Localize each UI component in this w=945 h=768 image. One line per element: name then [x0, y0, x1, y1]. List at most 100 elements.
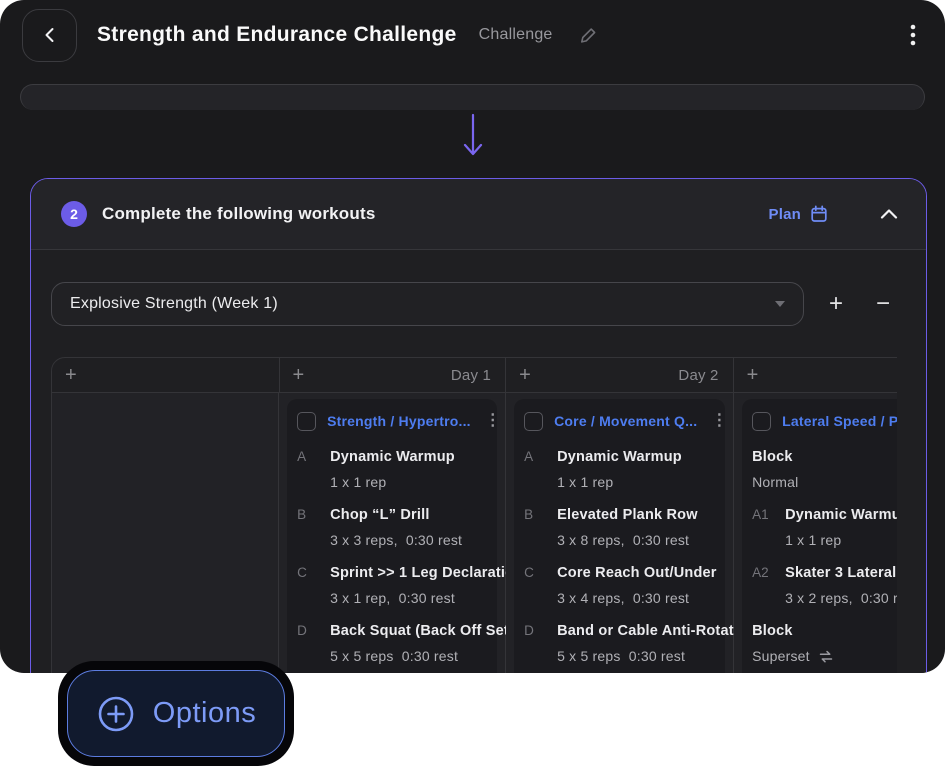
chevron-left-icon	[41, 26, 59, 44]
week-select-value: Explosive Strength (Week 1)	[70, 295, 278, 313]
exercise-row: D Back Squat (Back Off Set) 5 x 5 reps 0…	[297, 622, 487, 665]
add-workout-button[interactable]: +	[747, 365, 759, 385]
previous-step-card[interactable]	[20, 84, 925, 110]
workout-board: + + Day 1 + Day 2 +	[51, 357, 897, 673]
block-name: Block	[752, 449, 793, 465]
board-body-row: Strength / Hypertro... ⋮ A Dynamic Warmu…	[52, 393, 897, 673]
exercise-row: C Core Reach Out/Under 3 x 4 reps, 0:30 …	[524, 564, 715, 607]
calendar-icon	[810, 205, 828, 223]
workout-card[interactable]: Core / Movement Q... ⋮ A Dynamic Warmup …	[514, 399, 725, 673]
collapse-step-button[interactable]	[880, 208, 898, 220]
workout-card[interactable]: Strength / Hypertro... ⋮ A Dynamic Warmu…	[287, 399, 497, 673]
step-title: Complete the following workouts	[102, 204, 375, 224]
block-type-label: Superset	[752, 648, 810, 665]
board-column-day3: Lateral Speed / Ply ⋮ Block Normal	[734, 393, 897, 673]
exercise-label: C	[524, 564, 557, 607]
exercise-detail: 5 x 5 reps 0:30 rest	[330, 648, 514, 665]
exercise-label: A2	[752, 564, 785, 607]
workout-title: Lateral Speed / Ply	[782, 413, 897, 429]
exercise-list: Block Normal A1 Dynamic Warmup 1 x 1 rep	[752, 448, 897, 665]
day-label: Day 1	[451, 367, 491, 384]
exercise-name: Band or Cable Anti-Rotati...	[557, 623, 751, 639]
add-workout-button[interactable]: +	[293, 365, 305, 385]
exercise-name: Elevated Plank Row	[557, 507, 698, 523]
add-workout-button[interactable]: +	[65, 365, 77, 385]
exercise-name: Dynamic Warmup	[557, 449, 682, 465]
exercise-label: D	[524, 622, 557, 665]
workout-kebab-icon[interactable]: ⋮	[482, 413, 504, 429]
exercise-label: C	[297, 564, 330, 607]
exercise-name: Core Reach Out/Under	[557, 565, 717, 581]
board-header-row: + + Day 1 + Day 2 +	[52, 358, 897, 393]
exercise-row: B Elevated Plank Row 3 x 8 reps, 0:30 re…	[524, 506, 715, 549]
kebab-menu-icon	[909, 23, 917, 47]
block-name: Block	[752, 623, 793, 639]
workout-card-header: Strength / Hypertro... ⋮	[297, 411, 487, 431]
board-header-cell: + Day 2	[506, 358, 734, 392]
workout-checkbox[interactable]	[752, 412, 771, 431]
exercise-detail: 3 x 8 reps, 0:30 rest	[557, 532, 715, 549]
board-header-cell: + Day 1	[280, 358, 507, 392]
workout-title: Strength / Hypertro...	[327, 413, 471, 429]
exercise-name: Back Squat (Back Off Set)	[330, 623, 514, 639]
workout-checkbox[interactable]	[297, 412, 316, 431]
week-selector-row: Explosive Strength (Week 1) + −	[51, 282, 903, 326]
board-column-day1: Strength / Hypertro... ⋮ A Dynamic Warmu…	[279, 393, 506, 673]
exercise-row: A Dynamic Warmup 1 x 1 rep	[524, 448, 715, 491]
exercise-row: A2 Skater 3 Lateral Ho 3 x 2 reps, 0:30 …	[752, 564, 897, 607]
remove-week-button[interactable]: −	[863, 284, 903, 324]
exercise-detail: 3 x 3 reps, 0:30 rest	[330, 532, 487, 549]
step-2-card: 2 Complete the following workouts Plan	[30, 178, 927, 673]
day-label: Day 2	[678, 367, 718, 384]
back-button[interactable]	[22, 9, 77, 62]
header-kebab-menu[interactable]	[905, 19, 921, 51]
exercise-row: C Sprint >> 1 Leg Declarations 3 x 1 rep…	[297, 564, 487, 607]
workout-kebab-icon[interactable]: ⋮	[708, 413, 730, 429]
exercise-detail: 1 x 1 rep	[785, 532, 897, 549]
workout-card-header: Core / Movement Q... ⋮	[524, 411, 715, 431]
workout-title: Core / Movement Q...	[554, 413, 697, 429]
exercise-row: B Chop “L” Drill 3 x 3 reps, 0:30 rest	[297, 506, 487, 549]
board-header-cell: +	[734, 358, 897, 392]
workout-card-header: Lateral Speed / Ply ⋮	[752, 411, 897, 431]
options-button[interactable]: Options	[58, 661, 294, 766]
board-table: + + Day 1 + Day 2 +	[51, 357, 897, 673]
board-column-day2: Core / Movement Q... ⋮ A Dynamic Warmup …	[506, 393, 734, 673]
exercise-label: B	[524, 506, 557, 549]
chevron-down-icon	[775, 301, 785, 307]
exercise-detail: 1 x 1 rep	[557, 474, 715, 491]
exercise-name: Chop “L” Drill	[330, 507, 429, 523]
pencil-icon	[579, 26, 598, 45]
block-type: Superset	[752, 648, 897, 665]
exercise-list: A Dynamic Warmup 1 x 1 rep B Elevated Pl…	[524, 448, 715, 665]
workout-checkbox[interactable]	[524, 412, 543, 431]
plan-button[interactable]: Plan	[769, 205, 828, 223]
exercise-detail: 1 x 1 rep	[330, 474, 487, 491]
exercise-label: A	[297, 448, 330, 491]
exercise-name: Skater 3 Lateral Ho	[785, 565, 897, 581]
options-button-inner: Options	[67, 670, 285, 757]
exercise-detail: 3 x 4 reps, 0:30 rest	[557, 590, 717, 607]
exercise-row: A Dynamic Warmup 1 x 1 rep	[297, 448, 487, 491]
exercise-row: D Band or Cable Anti-Rotati... 5 x 5 rep…	[524, 622, 715, 665]
exercise-detail: 3 x 2 reps, 0:30 re	[785, 590, 897, 607]
exercise-label: B	[297, 506, 330, 549]
exercise-name: Sprint >> 1 Leg Declarations	[330, 565, 531, 581]
page: Strength and Endurance Challenge Challen…	[0, 0, 945, 768]
add-week-button[interactable]: +	[816, 284, 856, 324]
block-type: Normal	[752, 474, 897, 491]
workout-card[interactable]: Lateral Speed / Ply ⋮ Block Normal	[742, 399, 897, 673]
add-workout-button[interactable]: +	[519, 365, 531, 385]
exercise-detail: 5 x 5 reps 0:30 rest	[557, 648, 751, 665]
exercise-list: A Dynamic Warmup 1 x 1 rep B Chop “L” Dr…	[297, 448, 487, 665]
exercise-row: A1 Dynamic Warmup 1 x 1 rep	[752, 506, 897, 549]
block-row: Block Normal	[752, 448, 897, 491]
challenge-type-label: Challenge	[479, 26, 553, 44]
page-title: Strength and Endurance Challenge	[97, 23, 457, 47]
plan-label: Plan	[769, 206, 801, 223]
step-header: 2 Complete the following workouts Plan	[31, 179, 926, 250]
exercise-label: A1	[752, 506, 785, 549]
options-label: Options	[153, 697, 256, 730]
edit-title-button[interactable]	[579, 26, 598, 45]
week-select[interactable]: Explosive Strength (Week 1)	[51, 282, 804, 326]
